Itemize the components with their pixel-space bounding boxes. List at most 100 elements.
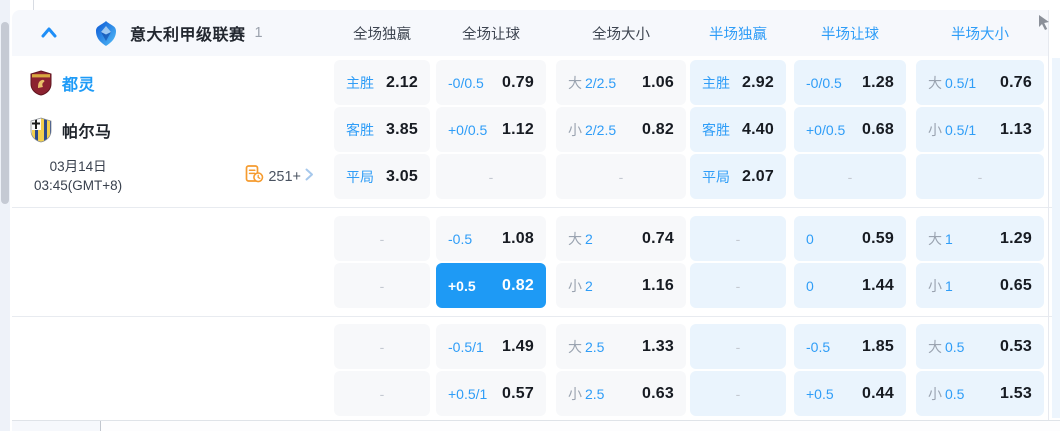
odds-cell[interactable]: +0.5 0.82 — [436, 263, 546, 308]
odds-handicap: +0.5/1 — [448, 385, 488, 402]
odds-value: 1.28 — [862, 73, 894, 91]
column-header-5: 半场让球 — [821, 26, 879, 43]
odds-cell[interactable]: -0/0.5 1.28 — [794, 60, 906, 105]
parma-crest-icon — [30, 117, 52, 143]
odds-label: 平局 — [346, 167, 374, 187]
odds-cell[interactable]: 小 0.5 1.53 — [916, 371, 1044, 416]
odds-cell[interactable]: -0.5/1 1.49 — [436, 324, 546, 369]
team-name-away[interactable]: 帕尔马 — [62, 118, 112, 142]
odds-cell[interactable]: 小 0.5/1 1.13 — [916, 107, 1044, 152]
vertical-scrollbar-thumb[interactable] — [1, 22, 9, 204]
odds-cell[interactable]: 大 1 1.29 — [916, 216, 1044, 261]
table-right-divider — [1048, 10, 1049, 420]
odds-label: +0.5 — [806, 386, 834, 402]
odds-cell[interactable]: 客胜 3.85 — [334, 107, 430, 152]
odds-cell[interactable]: 平局 3.05 — [334, 154, 430, 199]
odds-cell[interactable]: -0.5 1.85 — [794, 324, 906, 369]
odds-cell[interactable]: 大 0.5 0.53 — [916, 324, 1044, 369]
empty-odds-placeholder: - — [977, 168, 983, 185]
odds-cell[interactable]: 小 2.5 0.63 — [556, 371, 686, 416]
odds-cell[interactable]: +0.5 0.44 — [794, 371, 906, 416]
column-header-3: 全场大小 — [592, 26, 650, 43]
odds-label: 主胜 — [346, 73, 374, 93]
empty-odds-placeholder: - — [488, 168, 494, 185]
odds-label: 大 2.5 — [568, 337, 604, 357]
odds-cell[interactable]: 平局 2.07 — [690, 154, 786, 199]
odds-cell: - — [690, 324, 786, 369]
more-markets-link[interactable]: 251+ — [245, 165, 314, 188]
odds-label: 小1 — [928, 276, 953, 296]
odds-value: 0.74 — [642, 229, 674, 247]
odds-value: 0.65 — [1000, 276, 1032, 294]
odds-cell[interactable]: 大 2 0.74 — [556, 216, 686, 261]
odds-cell[interactable]: +0.5/1 0.57 — [436, 371, 546, 416]
odds-cell[interactable]: +0/0.5 0.68 — [794, 107, 906, 152]
odds-handicap: 0.5 — [945, 385, 965, 402]
section-divider — [12, 316, 1060, 317]
odds-cell[interactable]: -0.5 1.08 — [436, 216, 546, 261]
team-name-home[interactable]: 都灵 — [62, 71, 95, 95]
match-datetime: 03月14日 03:45(GMT+8) — [34, 158, 122, 196]
odds-label: 主胜 — [702, 73, 730, 93]
odds-label: +0.5 — [448, 278, 476, 294]
odds-cell[interactable]: 主胜 2.12 — [334, 60, 430, 105]
odds-label: 0 — [806, 231, 814, 247]
odds-label: 大 0.5/1 — [928, 73, 976, 93]
over-under-prefix: 小 — [568, 385, 582, 402]
odds-cell[interactable]: 大 0.5/1 0.76 — [916, 60, 1044, 105]
odds-cell[interactable]: +0/0.5 1.12 — [436, 107, 546, 152]
odds-cell[interactable]: 小 2/2.5 0.82 — [556, 107, 686, 152]
odds-cell: - — [334, 263, 430, 308]
odds-handicap: 2 — [585, 277, 593, 294]
odds-handicap: -0.5 — [448, 230, 473, 247]
odds-cell: - — [436, 154, 546, 199]
odds-handicap: 客胜 — [346, 121, 374, 138]
odds-cell[interactable]: 大 2.5 1.33 — [556, 324, 686, 369]
odds-value: 2.07 — [742, 167, 774, 185]
odds-value: 0.57 — [502, 384, 534, 402]
league-odds-table: 意大利甲级联赛 1 全场独赢 全场让球 全场大小 半场独赢 半场让球 半场大小 都灵 主胜 2… — [12, 10, 1060, 418]
chevron-up-icon[interactable] — [38, 22, 60, 44]
column-header-1: 全场独赢 — [353, 26, 411, 43]
odds-value: 1.29 — [1000, 229, 1032, 247]
empty-odds-placeholder: - — [735, 277, 741, 294]
row-left-column — [12, 263, 330, 308]
odds-cell[interactable]: 小 2 1.16 — [556, 263, 686, 308]
odds-cell: - — [334, 216, 430, 261]
odds-row: - -0.5/1 1.49 大 2.5 1.33- -0.5 1.85 大 0.5 0.53 — [12, 324, 1060, 369]
odds-value: 1.33 — [642, 337, 674, 355]
odds-cell[interactable]: 大 2/2.5 1.06 — [556, 60, 686, 105]
odds-label: +0.5/1 — [448, 386, 487, 402]
odds-cell: - — [690, 371, 786, 416]
odds-cell[interactable]: 小 1 0.65 — [916, 263, 1044, 308]
odds-label: 大 0.5 — [928, 337, 964, 357]
odds-cell[interactable]: -0/0.5 0.79 — [436, 60, 546, 105]
row-left-column — [12, 371, 330, 416]
next-section-peek — [12, 421, 100, 431]
odds-cell: - — [334, 324, 430, 369]
odds-label: -0.5 — [806, 339, 830, 355]
row-left-column: 帕尔马 — [12, 107, 330, 152]
odds-handicap: 主胜 — [346, 74, 374, 91]
odds-handicap: +0.5 — [806, 385, 834, 402]
row-left-column: 03月14日 03:45(GMT+8) 251+ — [12, 154, 330, 199]
odds-handicap: 平局 — [702, 168, 730, 185]
odds-label: 小2 — [568, 276, 593, 296]
odds-value: 3.85 — [386, 120, 418, 138]
odds-cell: - — [916, 154, 1044, 199]
vertical-scrollbar-track[interactable] — [0, 0, 10, 431]
empty-odds-placeholder: - — [847, 168, 853, 185]
odds-value: 0.82 — [502, 276, 534, 294]
odds-value: 2.92 — [742, 73, 774, 91]
odds-cell[interactable]: 0 1.44 — [794, 263, 906, 308]
over-under-prefix: 大 — [928, 74, 942, 91]
odds-value: 3.05 — [386, 167, 418, 185]
odds-handicap: +0/0.5 — [806, 121, 846, 138]
odds-row: 都灵 主胜 2.12 -0/0.5 0.79 大 2/2.5 1.06 主胜 2.92 -0/0.5… — [12, 60, 1060, 105]
odds-cell[interactable]: 客胜 4.40 — [690, 107, 786, 152]
over-under-prefix: 小 — [928, 385, 942, 402]
odds-cell[interactable]: 0 0.59 — [794, 216, 906, 261]
league-header-left: 意大利甲级联赛 1 — [12, 10, 330, 56]
column-header-4: 半场独赢 — [709, 26, 767, 43]
odds-cell[interactable]: 主胜 2.92 — [690, 60, 786, 105]
